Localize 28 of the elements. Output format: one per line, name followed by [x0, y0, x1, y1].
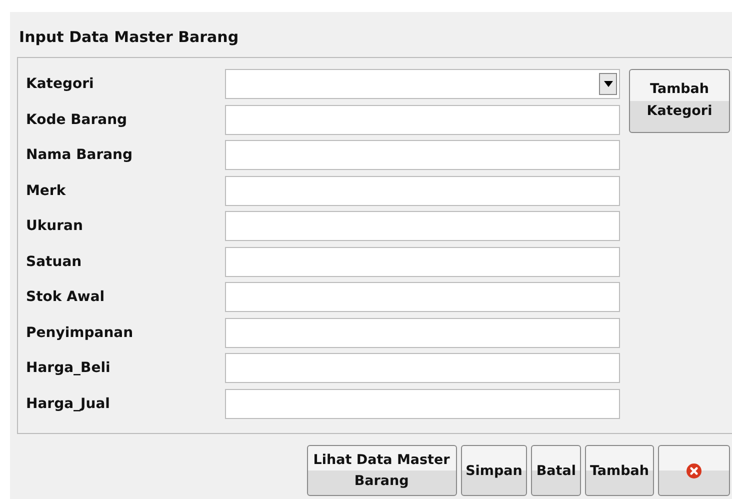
action-button[interactable]: Simpan	[460, 445, 528, 496]
field-label: Nama Barang	[26, 147, 134, 163]
form-title: Input Data Master Barang	[18, 28, 240, 48]
input-field[interactable]	[225, 318, 620, 348]
field-label: Harga_Jual	[26, 396, 111, 412]
add-category-button[interactable]: Tambah Kategori	[629, 69, 730, 133]
field-label: Stok Awal	[26, 289, 106, 305]
input-field[interactable]	[225, 140, 620, 170]
action-button[interactable]: Lihat Data Master Barang	[306, 445, 457, 496]
input-field[interactable]	[225, 211, 620, 241]
action-button[interactable]: Tambah	[584, 445, 654, 496]
field-label: Satuan	[26, 254, 83, 270]
field-label: Penyimpanan	[26, 324, 134, 340]
close-button[interactable]	[658, 445, 730, 496]
input-field[interactable]	[225, 388, 620, 418]
field-label: Ukuran	[26, 218, 84, 234]
input-field[interactable]	[225, 353, 620, 383]
field-label: Merk	[26, 182, 67, 198]
field-label: Kategori	[26, 76, 95, 92]
field-label: Kode Barang	[26, 112, 128, 128]
close-icon	[686, 462, 702, 478]
field-label: Harga_Beli	[26, 360, 112, 376]
input-field[interactable]	[225, 176, 620, 206]
input-field[interactable]	[225, 282, 620, 312]
input-field[interactable]	[225, 246, 620, 276]
input-field[interactable]	[225, 104, 620, 134]
action-button[interactable]: Batal	[531, 445, 581, 496]
dropdown-field[interactable]	[225, 69, 620, 99]
